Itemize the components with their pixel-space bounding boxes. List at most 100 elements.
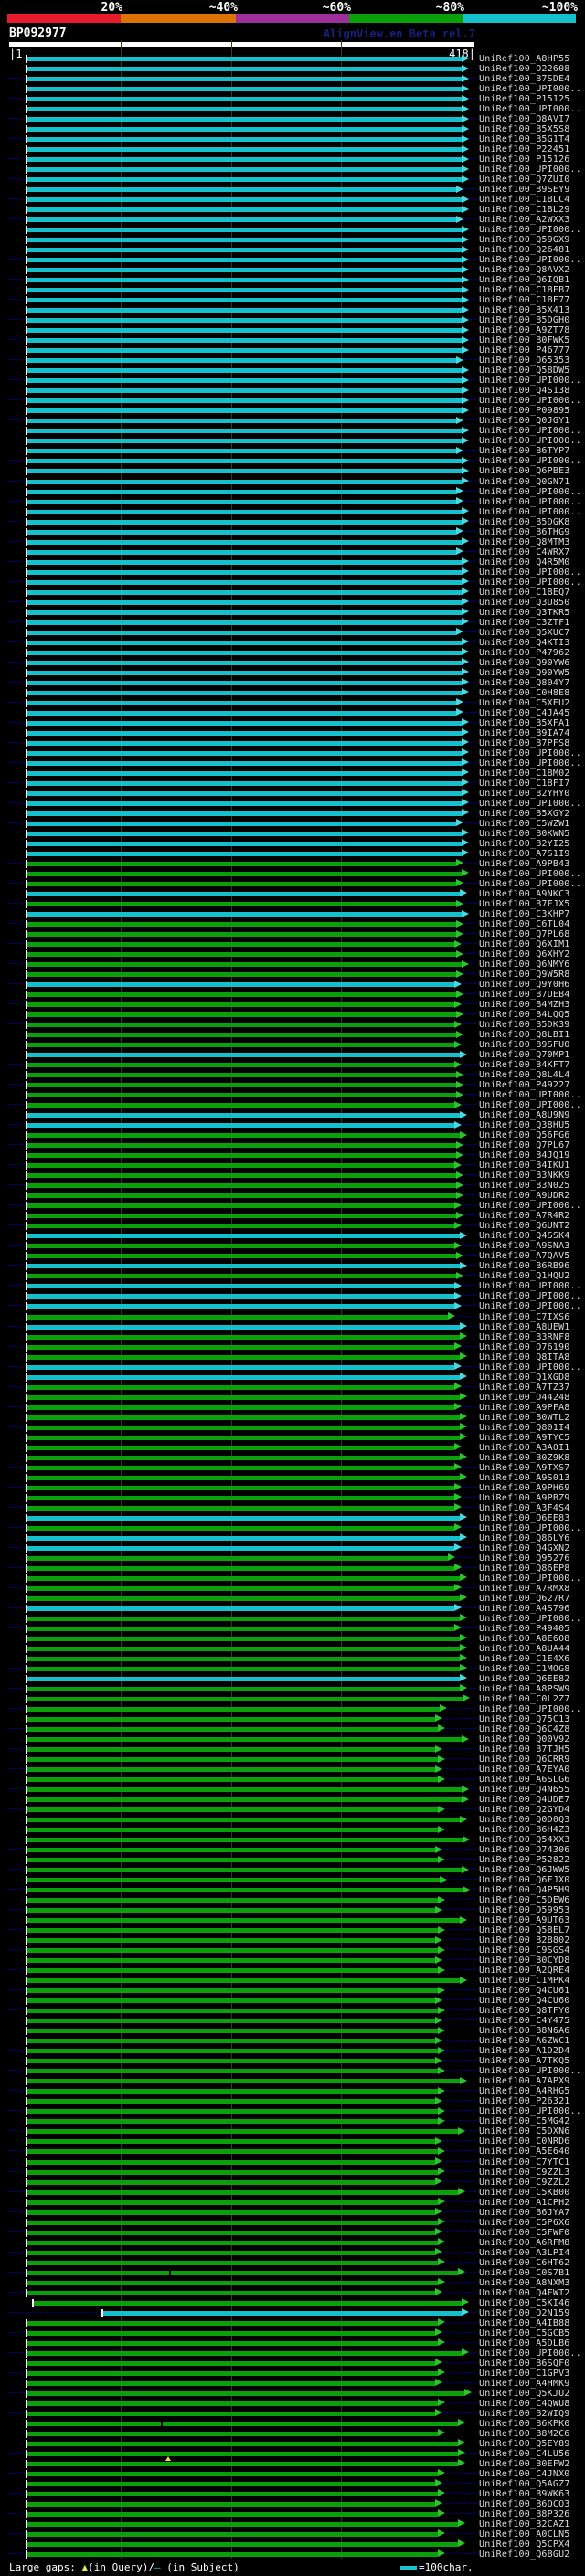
hit-label[interactable]: UniRef100_Q86EP8	[479, 1564, 583, 1574]
alignment-bar[interactable]	[27, 439, 462, 444]
alignment-bar[interactable]	[27, 529, 456, 535]
alignment-bar[interactable]	[27, 1254, 456, 1259]
hit-label[interactable]: UniRef100_B7UEB4	[479, 990, 583, 1000]
alignment-bar[interactable]	[27, 1706, 440, 1712]
hit-label[interactable]: UniRef100_A9SNA3	[479, 1241, 583, 1251]
alignment-bar[interactable]	[27, 1193, 456, 1199]
alignment-bar[interactable]	[27, 107, 462, 112]
alignment-bar[interactable]	[27, 1898, 438, 1903]
alignment-bar[interactable]	[27, 2411, 435, 2416]
alignment-bar[interactable]	[27, 922, 456, 928]
hit-label[interactable]: UniRef100_C1BLC4	[479, 195, 583, 205]
hit-label[interactable]: UniRef100_Q4UDE7	[479, 1795, 583, 1805]
hit-label[interactable]: UniRef100_C1BL29	[479, 205, 583, 215]
alignment-bar[interactable]	[27, 2501, 435, 2507]
alignment-bar[interactable]	[27, 117, 462, 122]
hit-label[interactable]: UniRef100_Q0JGY1	[479, 416, 583, 426]
hit-label[interactable]: UniRef100_B5DK39	[479, 1020, 583, 1030]
alignment-bar[interactable]	[27, 1113, 460, 1118]
alignment-bar[interactable]	[27, 2129, 458, 2135]
hit-label[interactable]: UniRef100_B5G1T4	[479, 134, 583, 144]
hit-label[interactable]: UniRef100_C6TL04	[479, 919, 583, 929]
hit-label[interactable]: UniRef100_UPI000..	[479, 426, 583, 436]
alignment-bar[interactable]	[27, 378, 462, 384]
hit-label[interactable]: UniRef100_Q0D0Q3	[479, 1815, 583, 1825]
alignment-bar[interactable]	[27, 1173, 456, 1179]
alignment-bar[interactable]	[27, 1033, 456, 1038]
alignment-bar[interactable]	[27, 2119, 438, 2125]
hit-label[interactable]: UniRef100_B5XGY2	[479, 809, 583, 819]
alignment-bar[interactable]	[27, 1646, 460, 1651]
hit-label[interactable]: UniRef100_C4Y475	[479, 2016, 583, 2026]
hit-label[interactable]: UniRef100_A9PBZ9	[479, 1493, 583, 1503]
hit-label[interactable]: UniRef100_A6SLG6	[479, 1775, 583, 1785]
hit-label[interactable]: UniRef100_P22451	[479, 144, 583, 154]
hit-label[interactable]: UniRef100_A3LPI4	[479, 2248, 583, 2258]
hit-label[interactable]: UniRef100_Q9Y0H6	[479, 980, 583, 990]
hit-label[interactable]: UniRef100_C5KI46	[479, 2298, 583, 2308]
alignment-bar[interactable]	[27, 589, 462, 595]
alignment-bar[interactable]	[27, 77, 462, 82]
alignment-bar[interactable]	[27, 2280, 438, 2285]
alignment-bar[interactable]	[27, 2149, 438, 2155]
hit-label[interactable]: UniRef100_C5KB00	[479, 2188, 583, 2198]
alignment-bar[interactable]	[27, 902, 456, 906]
alignment-bar[interactable]	[27, 1224, 454, 1229]
alignment-bar[interactable]	[27, 2320, 438, 2326]
hit-label[interactable]: UniRef100_C1MOG8	[479, 1664, 583, 1674]
hit-label[interactable]: UniRef100_UPI000..	[479, 748, 583, 758]
hit-label[interactable]: UniRef100_Q6JWW5	[479, 1865, 583, 1875]
alignment-bar[interactable]	[27, 1374, 460, 1380]
alignment-bar[interactable]	[27, 1103, 454, 1108]
hit-label[interactable]: UniRef100_P49227	[479, 1080, 583, 1090]
alignment-bar[interactable]	[27, 1868, 462, 1873]
hit-label[interactable]: UniRef100_C3ZTF1	[479, 618, 583, 628]
alignment-bar[interactable]	[27, 2401, 438, 2406]
hit-label[interactable]: UniRef100_C0S7B1	[479, 2268, 583, 2278]
alignment-bar[interactable]	[27, 1364, 454, 1370]
alignment-bar[interactable]	[27, 1093, 456, 1098]
hit-label[interactable]: UniRef100_B9SFU0	[479, 1040, 583, 1050]
hit-label[interactable]: UniRef100_A8UA44	[479, 1644, 583, 1654]
alignment-bar[interactable]	[27, 2260, 438, 2265]
hit-label[interactable]: UniRef100_C4JA45	[479, 708, 583, 718]
alignment-bar[interactable]	[27, 992, 456, 998]
alignment-bar[interactable]	[27, 690, 462, 695]
hit-label[interactable]: UniRef100_UPI000..	[479, 869, 583, 879]
hit-label[interactable]: UniRef100_B6RB96	[479, 1261, 583, 1271]
hit-label[interactable]: UniRef100_Q9W5R8	[479, 970, 583, 980]
hit-label[interactable]: UniRef100_Q5AGZ7	[479, 2479, 583, 2489]
hit-label[interactable]: UniRef100_C7IXS6	[479, 1312, 583, 1322]
hit-label[interactable]: UniRef100_Q5EY89	[479, 2439, 583, 2449]
alignment-bar[interactable]	[27, 851, 462, 856]
hit-label[interactable]: UniRef100_Q4CU61	[479, 1986, 583, 1996]
hit-label[interactable]: UniRef100_C4LU56	[479, 2449, 583, 2459]
hit-label[interactable]: UniRef100_A7S1I9	[479, 849, 583, 859]
hit-label[interactable]: UniRef100_Q95276	[479, 1553, 583, 1564]
alignment-bar[interactable]	[27, 1716, 435, 1722]
hit-label[interactable]: UniRef100_B4JQ19	[479, 1150, 583, 1161]
alignment-bar[interactable]	[27, 2250, 435, 2255]
hit-label[interactable]: UniRef100_UPI000..	[479, 104, 583, 114]
alignment-bar[interactable]	[27, 881, 456, 886]
hit-label[interactable]: UniRef100_B9IA74	[479, 728, 583, 738]
alignment-bar[interactable]	[27, 1244, 454, 1249]
hit-label[interactable]: UniRef100_Q627R7	[479, 1594, 583, 1604]
alignment-bar[interactable]	[27, 388, 462, 394]
hit-label[interactable]: UniRef100_Q7PL68	[479, 929, 583, 939]
hit-label[interactable]: UniRef100_UPI000..	[479, 1291, 583, 1301]
hit-label[interactable]: UniRef100_C7YTC1	[479, 2157, 583, 2168]
alignment-bar[interactable]	[27, 610, 462, 615]
hit-label[interactable]: UniRef100_O76190	[479, 1342, 583, 1352]
alignment-bar[interactable]	[27, 1214, 456, 1219]
hit-label[interactable]: UniRef100_C4QWU8	[479, 2399, 583, 2409]
alignment-bar[interactable]	[27, 1575, 460, 1581]
hit-label[interactable]: UniRef100_C5DEW6	[479, 1895, 583, 1905]
alignment-bar[interactable]	[27, 1304, 454, 1309]
alignment-bar[interactable]	[27, 1555, 448, 1561]
alignment-bar[interactable]	[27, 1334, 460, 1340]
hit-label[interactable]: UniRef100_C5P6X6	[479, 2218, 583, 2228]
alignment-bar[interactable]	[27, 2330, 435, 2336]
alignment-bar[interactable]	[27, 2019, 435, 2024]
alignment-bar[interactable]	[27, 1425, 460, 1430]
